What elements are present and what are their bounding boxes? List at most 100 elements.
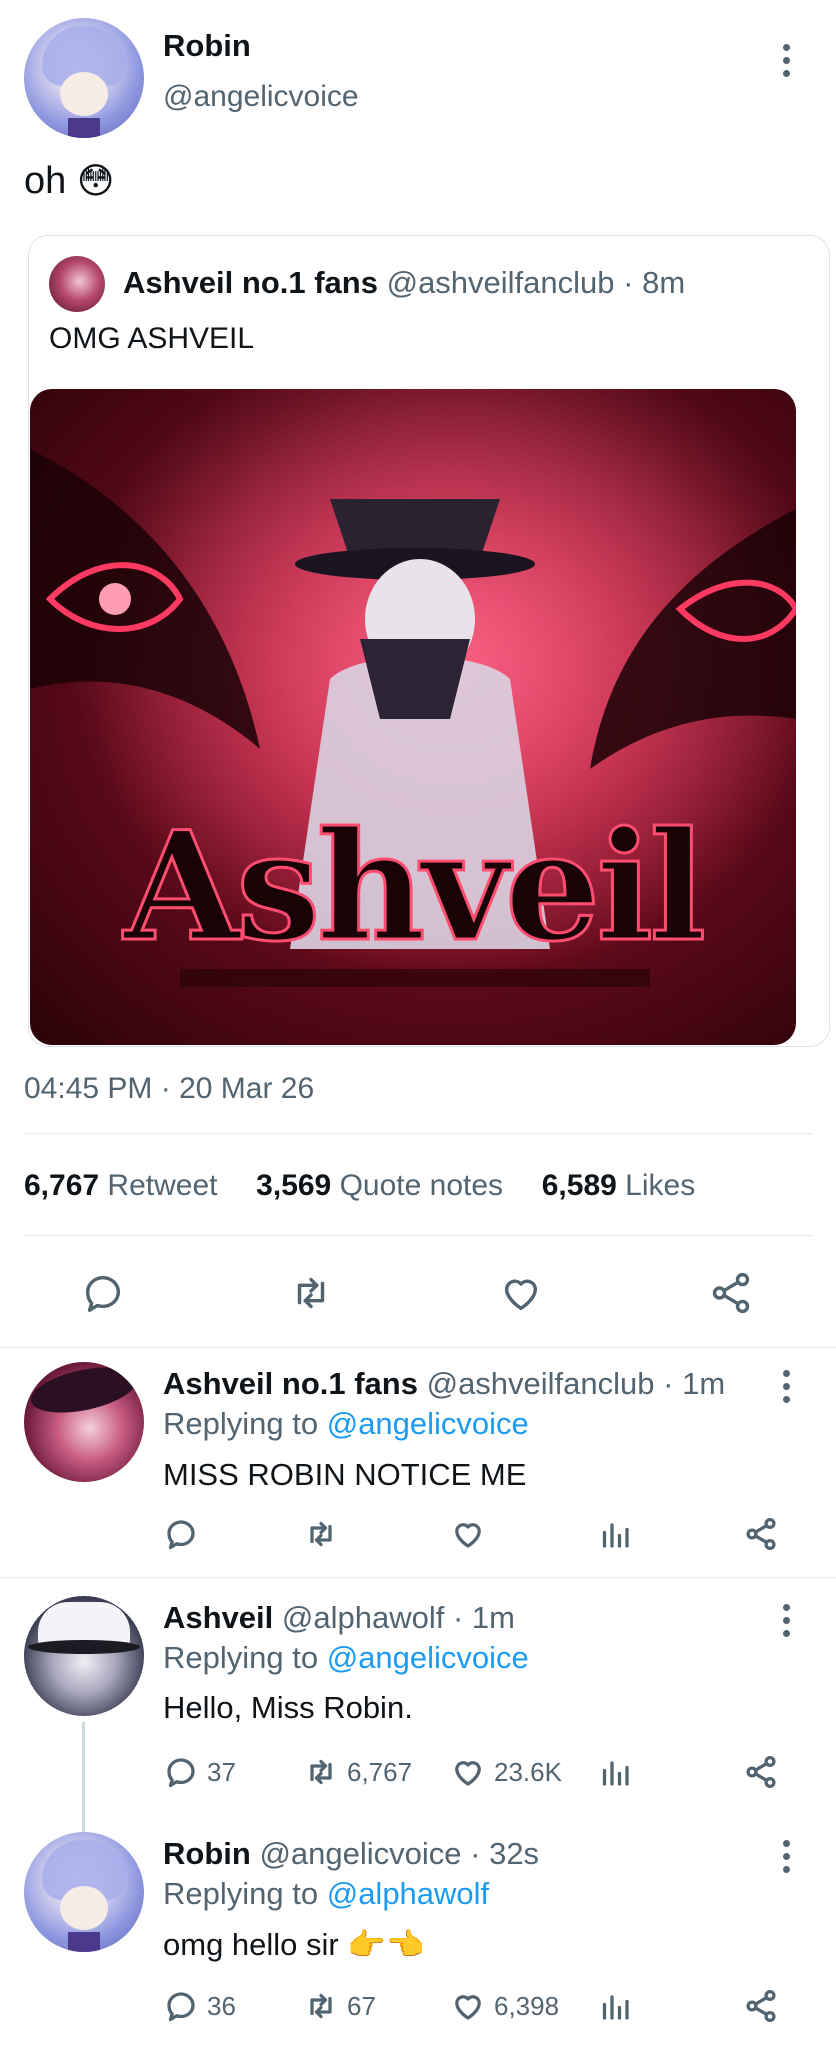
main-action-bar: [0, 1262, 836, 1322]
reply-text-line: omg hello sir 👉👈: [163, 1926, 425, 1963]
reply-author-name[interactable]: Robin: [163, 1836, 251, 1871]
replying-to-line: Replying to @alphawolf: [163, 1876, 489, 1912]
likes-count: 6,589: [541, 1169, 617, 1202]
more-vertical-icon[interactable]: [781, 44, 791, 77]
reply-action-bar: 36 67 6,398: [163, 1988, 803, 2032]
like-button[interactable]: 23.6K: [450, 1754, 562, 1790]
media-title-art: Ashveil: [122, 799, 703, 975]
like-icon: [455, 1523, 481, 1548]
reply-time: · 1m: [663, 1366, 726, 1401]
reply-time: · 32s: [470, 1836, 540, 1871]
reply-action-bar: [163, 1516, 803, 1560]
reply-author-handle[interactable]: @angelicvoice: [259, 1836, 461, 1871]
reply-count: 37: [207, 1756, 236, 1787]
retweet-stat[interactable]: 6,767 Retweet: [24, 1169, 226, 1202]
reply-author-name[interactable]: Ashveil: [163, 1600, 273, 1635]
quoted-author-name[interactable]: Ashveil no.1 fans: [123, 265, 378, 300]
replying-to-handle[interactable]: @alphawolf: [327, 1876, 489, 1911]
share-icon: [746, 1755, 776, 1789]
retweet-button[interactable]: 67: [303, 1988, 376, 2024]
tweet-text: oh 😳: [24, 160, 114, 203]
likes-stat[interactable]: 6,589 Likes: [542, 1169, 695, 1202]
like-button[interactable]: 6,398: [450, 1988, 559, 2024]
fanclub-avatar-small[interactable]: [49, 256, 105, 312]
quoted-text: OMG ASHVEIL: [49, 322, 255, 355]
analytics-button[interactable]: [597, 1516, 633, 1552]
reply-icon: [167, 1758, 195, 1788]
replying-to-prefix: Replying to: [163, 1876, 319, 1911]
reply-action-bar: 37 6,767 23.6K: [163, 1754, 803, 1798]
analytics-icon: [602, 1523, 629, 1548]
reply-header: Ashveil @alphawolf · 1m: [163, 1600, 515, 1636]
replying-to-line: Replying to @angelicvoice: [163, 1640, 529, 1676]
reply-author-handle[interactable]: @ashveilfanclub: [427, 1366, 655, 1401]
reply-button[interactable]: 37: [163, 1754, 236, 1790]
retweet-icon[interactable]: [288, 1270, 334, 1321]
tweet-text-body: oh: [24, 160, 67, 202]
retweet-button[interactable]: 6,767: [303, 1754, 412, 1790]
like-count: 23.6K: [494, 1756, 562, 1787]
robin-avatar[interactable]: [24, 18, 144, 138]
author-handle[interactable]: @angelicvoice: [163, 80, 359, 114]
replying-to-prefix: Replying to: [163, 1640, 319, 1675]
reply-icon: [167, 1992, 195, 2022]
reply-count: 36: [207, 1990, 236, 2021]
reply-header: Robin @angelicvoice · 32s: [163, 1836, 539, 1872]
pointing-fingers-emoji: 👉👈: [347, 1927, 425, 1962]
quoted-media-image[interactable]: Ashveil: [30, 389, 796, 1045]
share-button[interactable]: [743, 1516, 779, 1552]
retweet-button[interactable]: [303, 1516, 339, 1552]
like-icon: [455, 1761, 481, 1786]
share-icon[interactable]: [708, 1270, 754, 1321]
quoted-header: Ashveil no.1 fans @ashveilfanclub · 8m: [123, 265, 685, 301]
reply-icon[interactable]: [80, 1270, 126, 1321]
reply-header: Ashveil no.1 fans @ashveilfanclub · 1m: [163, 1366, 725, 1402]
share-button[interactable]: [743, 1988, 779, 2024]
reply-text: Hello, Miss Robin.: [163, 1690, 413, 1725]
replying-to-prefix: Replying to: [163, 1406, 319, 1441]
retweet-icon: [310, 1759, 332, 1785]
retweet-icon: [310, 1521, 332, 1547]
more-vertical-icon[interactable]: [781, 1840, 791, 1873]
retweet-count: 6,767: [24, 1169, 100, 1202]
analytics-icon: [602, 1761, 629, 1786]
analytics-button[interactable]: [597, 1754, 633, 1790]
retweet-count: 67: [347, 1990, 376, 2021]
reply-button[interactable]: 36: [163, 1988, 236, 2024]
reply-author-handle[interactable]: @alphawolf: [282, 1600, 444, 1635]
retweet-count: 6,767: [347, 1756, 413, 1787]
reply-button[interactable]: [163, 1516, 199, 1552]
robin-avatar[interactable]: [24, 1832, 144, 1952]
tweet-timestamp: 04:45 PM · 20 Mar 26: [24, 1072, 315, 1105]
share-icon: [746, 1517, 776, 1551]
thread-line: [82, 1722, 85, 1832]
share-button[interactable]: [743, 1754, 779, 1790]
share-icon: [746, 1989, 776, 2023]
more-vertical-icon[interactable]: [781, 1370, 791, 1403]
quoted-author-handle[interactable]: @ashveilfanclub: [387, 265, 615, 300]
author-name[interactable]: Robin: [163, 28, 251, 64]
retweet-icon: [310, 1993, 332, 2019]
like-icon[interactable]: [498, 1270, 544, 1321]
tweet-stats: 6,767 Retweet 3,569 Quote notes 6,589 Li…: [24, 1169, 695, 1203]
reply-text: MISS ROBIN NOTICE ME: [163, 1457, 527, 1492]
analytics-button[interactable]: [597, 1988, 633, 2024]
flushed-emoji: 😳: [76, 160, 115, 201]
media-artwork: Ashveil: [30, 389, 796, 1045]
replying-to-handle[interactable]: @angelicvoice: [327, 1640, 529, 1675]
like-count: 6,398: [494, 1990, 560, 2021]
fanclub-avatar[interactable]: [24, 1362, 144, 1482]
quote-stat[interactable]: 3,569 Quote notes: [256, 1169, 511, 1202]
replying-to-handle[interactable]: @angelicvoice: [327, 1406, 529, 1441]
more-vertical-icon[interactable]: [781, 1604, 791, 1637]
quote-label: Quote notes: [339, 1169, 504, 1202]
like-button[interactable]: [450, 1516, 486, 1552]
quoted-time: · 8m: [623, 265, 686, 300]
ashveil-avatar[interactable]: [24, 1596, 144, 1716]
quoted-tweet-card[interactable]: Ashveil no.1 fans @ashveilfanclub · 8m O…: [28, 235, 830, 1047]
replying-to-line: Replying to @angelicvoice: [163, 1406, 529, 1442]
reply-icon: [167, 1520, 195, 1550]
analytics-icon: [602, 1995, 629, 2020]
reply-author-name[interactable]: Ashveil no.1 fans: [163, 1366, 418, 1401]
reply-time: · 1m: [452, 1600, 515, 1635]
